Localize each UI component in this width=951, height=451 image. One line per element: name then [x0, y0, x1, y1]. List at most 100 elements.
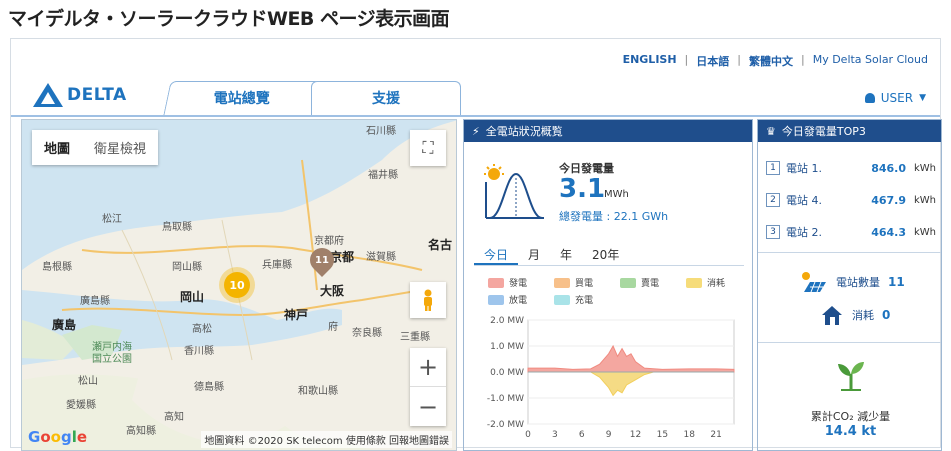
fullscreen-button[interactable]: ⛶ [410, 130, 446, 166]
tab-label: 支援 [372, 91, 400, 107]
plant-count-label: 電站數量 [836, 276, 880, 289]
separator: | [684, 53, 689, 66]
map-label: 松江 [102, 214, 122, 225]
header-rule [11, 115, 940, 117]
user-menu[interactable]: USER ▼ [864, 91, 926, 105]
plant-name: 電站 4. [786, 194, 822, 207]
fullscreen-icon: ⛶ [422, 138, 434, 157]
tab-20-years[interactable]: 20年 [582, 244, 629, 265]
map-label: 鳥取縣 [162, 222, 192, 233]
legend-label: 買電 [575, 279, 594, 289]
map-label: 松山 [78, 376, 98, 387]
legend-item[interactable]: 賣電 [620, 276, 686, 289]
rank-badge: 3 [766, 225, 780, 239]
tab-year[interactable]: 年 [550, 244, 582, 265]
today-generation-box: 今日發電量 3.1 MWh 總發電量 : 22.1 GWh [474, 152, 744, 230]
legend-item[interactable]: 發電 [488, 276, 554, 289]
tab-plant-overview[interactable]: 電站總覽 [163, 81, 321, 115]
plant-unit: kWh [914, 226, 937, 238]
pin-count: 11 [315, 254, 329, 266]
map-label: 滋賀縣 [366, 252, 396, 263]
rank-badge: 2 [766, 193, 780, 207]
legend-swatch [554, 277, 570, 288]
my-delta-solar-cloud-link[interactable]: My Delta Solar Cloud [813, 53, 928, 69]
google-letter: g [60, 428, 72, 446]
x-tick-label: 3 [552, 430, 558, 440]
map-view-button[interactable]: 地圖 [32, 130, 82, 165]
plant-value: 846.0 [871, 161, 906, 175]
page-title: マイデルタ・ソーラークラウドWEB ページ表示画面 [8, 8, 450, 30]
divider [758, 342, 941, 343]
x-tick-label: 6 [579, 430, 585, 440]
range-tabs: 今日 月 年 20年 [474, 244, 744, 266]
y-tick-label: 2.0 MW [490, 316, 524, 326]
street-view-button[interactable] [410, 282, 446, 318]
today-generation-unit: MWh [604, 189, 629, 200]
series-area [528, 371, 734, 397]
map-label: 島根縣 [42, 262, 72, 273]
legend-item[interactable]: 充電 [554, 293, 620, 306]
map-label: 三重縣 [400, 332, 430, 343]
legend-swatch [488, 277, 504, 288]
series-area [527, 344, 735, 373]
tab-month[interactable]: 月 [518, 244, 550, 265]
lang-english-link[interactable]: ENGLISH [623, 53, 677, 69]
overview-title: 全電站狀況概覧 [485, 125, 563, 138]
x-tick-label: 21 [710, 430, 721, 440]
map-label: 大阪 [320, 284, 345, 298]
top3-row[interactable]: 3 電站 2. 464.3 kWh [766, 224, 938, 240]
google-logo[interactable]: Google [28, 428, 87, 446]
map-label: 府 [328, 322, 338, 333]
map-label: 岡山縣 [172, 262, 202, 273]
top3-row[interactable]: 2 電站 4. 467.9 kWh [766, 192, 938, 208]
legend-label: 充電 [575, 296, 594, 306]
plant-count-row: 電站數量 11 [798, 270, 905, 294]
tab-support[interactable]: 支援 [311, 81, 461, 115]
map-label: 石川縣 [366, 126, 396, 137]
zoom-control: + − [410, 348, 446, 426]
y-tick-label: -2.0 MW [487, 420, 524, 430]
plant-map[interactable]: 地圖 衛星檢視 ⛶ 石川縣 福井縣 松江 鳥取縣 京都府 京都 滋賀縣 名古 島… [21, 119, 457, 451]
summary-panel: ♛ 今日發電量TOP3 1 電站 1. 846.0 kWh 2 電站 4. 46… [757, 119, 942, 451]
map-label: 国立公園 [92, 354, 132, 365]
legend-swatch [620, 277, 636, 288]
map-label: 京都府 [314, 236, 344, 247]
logo-text: DELTA [67, 85, 127, 105]
x-tick-label: 15 [657, 430, 668, 440]
x-tick-label: 0 [525, 430, 531, 440]
map-label: 奈良縣 [352, 328, 382, 339]
map-type-switch: 地圖 衛星檢視 [32, 130, 159, 165]
legend-item[interactable]: 買電 [554, 276, 620, 289]
top3-title: 今日發電量TOP3 [781, 125, 866, 138]
tab-today[interactable]: 今日 [474, 244, 519, 265]
legend-label: 發電 [509, 279, 528, 289]
delta-triangle-icon [33, 83, 63, 107]
map-attribution[interactable]: 地圖資料 ©2020 SK telecom 使用條款 回報地圖錯誤 [201, 431, 452, 448]
top3-row[interactable]: 1 電站 1. 846.0 kWh [766, 160, 938, 176]
rank-badge: 1 [766, 161, 780, 175]
legend-swatch [686, 277, 702, 288]
divider [758, 252, 941, 253]
lang-chinese-link[interactable]: 繁體中文 [749, 53, 793, 69]
legend-item[interactable]: 消耗 [686, 276, 752, 289]
plant-pin-marker[interactable]: 11 [305, 243, 339, 277]
cluster-marker[interactable]: 10 [224, 272, 250, 298]
google-letter: o [50, 428, 61, 446]
language-bar: ENGLISH | 日本語 | 繁體中文 | My Delta Solar Cl… [623, 53, 928, 69]
house-icon [822, 306, 842, 325]
map-label: 和歌山縣 [298, 386, 338, 397]
delta-logo[interactable]: DELTA [33, 83, 127, 107]
legend-item[interactable]: 放電 [488, 293, 554, 306]
legend-swatch [554, 294, 570, 305]
satellite-view-button[interactable]: 衛星檢視 [82, 130, 158, 165]
plant-value: 467.9 [871, 193, 906, 207]
map-label: 高松 [192, 324, 212, 335]
user-icon [864, 93, 875, 103]
lang-japanese-link[interactable]: 日本語 [696, 53, 729, 69]
zoom-in-button[interactable]: + [410, 348, 446, 387]
zoom-out-button[interactable]: − [410, 387, 446, 426]
legend-swatch [488, 294, 504, 305]
plant-name: 電站 2. [786, 226, 822, 239]
total-generation: 總發電量 : 22.1 GWh [559, 210, 669, 223]
x-tick-label: 12 [630, 430, 641, 440]
